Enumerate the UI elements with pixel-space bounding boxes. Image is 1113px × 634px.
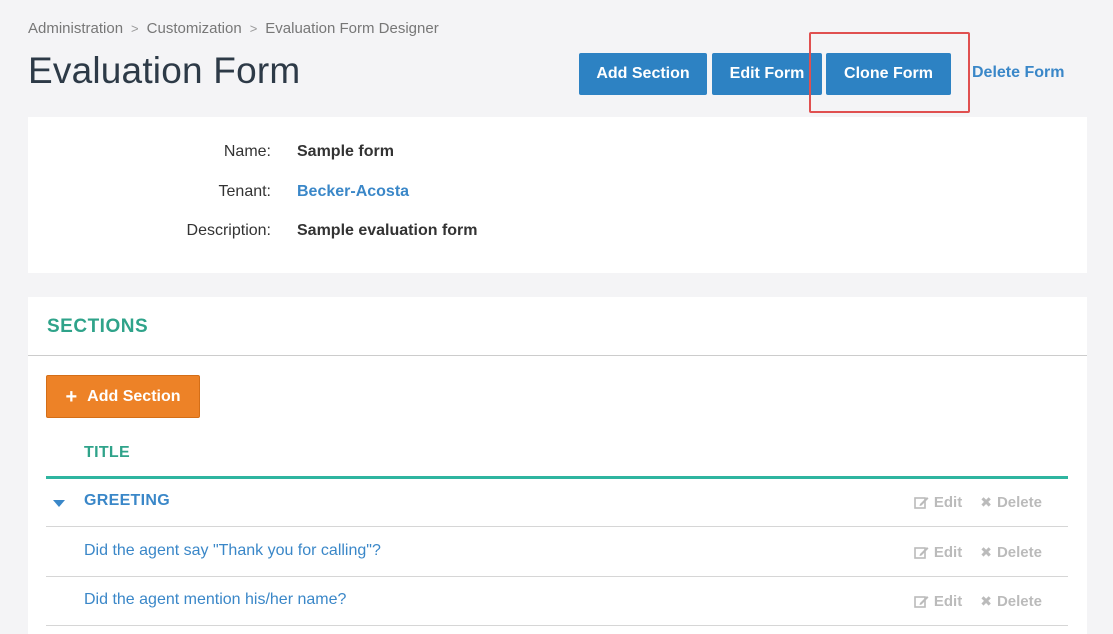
name-value: Sample form [297, 143, 394, 160]
add-section-orange-label: Add Section [87, 387, 181, 405]
row-actions: Edit ✖ Delete [914, 544, 1042, 561]
question-text[interactable]: Did the agent mention his/her name? [84, 591, 346, 609]
info-row-description: Description: Sample evaluation form [28, 222, 1087, 240]
question-row: Did the agent mention his/her name? Edit… [46, 578, 1068, 626]
edit-action[interactable]: Edit [914, 544, 962, 561]
caret-down-icon[interactable] [53, 500, 65, 507]
breadcrumb-item-current: Evaluation Form Designer [265, 20, 439, 37]
add-section-button[interactable]: Add Section [579, 53, 707, 95]
delete-action[interactable]: ✖ Delete [980, 593, 1042, 610]
breadcrumb: Administration > Customization > Evaluat… [28, 20, 439, 37]
edit-icon [914, 496, 929, 509]
edit-label: Edit [933, 593, 963, 610]
info-row-name: Name: Sample form [28, 143, 1087, 161]
close-icon: ✖ [980, 544, 992, 560]
section-title[interactable]: GREETING [84, 492, 170, 510]
edit-label: Edit [933, 494, 963, 511]
delete-label: Delete [996, 494, 1042, 511]
delete-label: Delete [996, 544, 1042, 561]
breadcrumb-item-customization[interactable]: Customization [147, 20, 242, 37]
sections-header: SECTIONS [28, 297, 1087, 356]
clone-form-button[interactable]: Clone Form [826, 53, 951, 95]
section-row-greeting: GREETING Edit ✖ Delete [46, 479, 1068, 527]
add-section-orange-button[interactable]: + Add Section [46, 375, 200, 418]
question-text[interactable]: Did the agent say "Thank you for calling… [84, 542, 381, 560]
form-info-card: Name: Sample form Tenant: Becker-Acosta … [28, 117, 1087, 273]
breadcrumb-separator: > [131, 21, 139, 36]
sections-panel: SECTIONS + Add Section TITLE GREETING Ed… [28, 297, 1087, 634]
plus-icon: + [65, 385, 78, 408]
edit-action[interactable]: Edit [914, 494, 962, 511]
delete-action[interactable]: ✖ Delete [980, 544, 1042, 561]
delete-action[interactable]: ✖ Delete [980, 494, 1042, 511]
column-header-title[interactable]: TITLE [84, 444, 130, 462]
description-label: Description: [186, 222, 271, 239]
breadcrumb-separator: > [249, 21, 258, 36]
delete-label: Delete [996, 593, 1042, 610]
close-icon: ✖ [980, 494, 992, 510]
row-actions: Edit ✖ Delete [914, 494, 1042, 511]
breadcrumb-item-administration[interactable]: Administration [28, 20, 123, 37]
close-icon: ✖ [980, 593, 992, 609]
edit-form-button[interactable]: Edit Form [712, 53, 822, 95]
tenant-label: Tenant: [218, 183, 271, 200]
row-actions: Edit ✖ Delete [914, 593, 1042, 610]
name-label: Name: [223, 143, 271, 160]
tenant-link[interactable]: Becker-Acosta [297, 183, 409, 201]
description-value: Sample evaluation form [297, 222, 478, 239]
edit-icon [914, 546, 929, 559]
edit-label: Edit [933, 544, 963, 561]
sections-title: SECTIONS [47, 316, 149, 337]
edit-icon [914, 595, 929, 608]
question-row: Did the agent say "Thank you for calling… [46, 529, 1068, 577]
info-row-tenant: Tenant: Becker-Acosta [28, 183, 1087, 201]
delete-form-link[interactable]: Delete Form [972, 64, 1064, 82]
edit-action[interactable]: Edit [914, 593, 962, 610]
page-title: Evaluation Form [28, 50, 301, 91]
